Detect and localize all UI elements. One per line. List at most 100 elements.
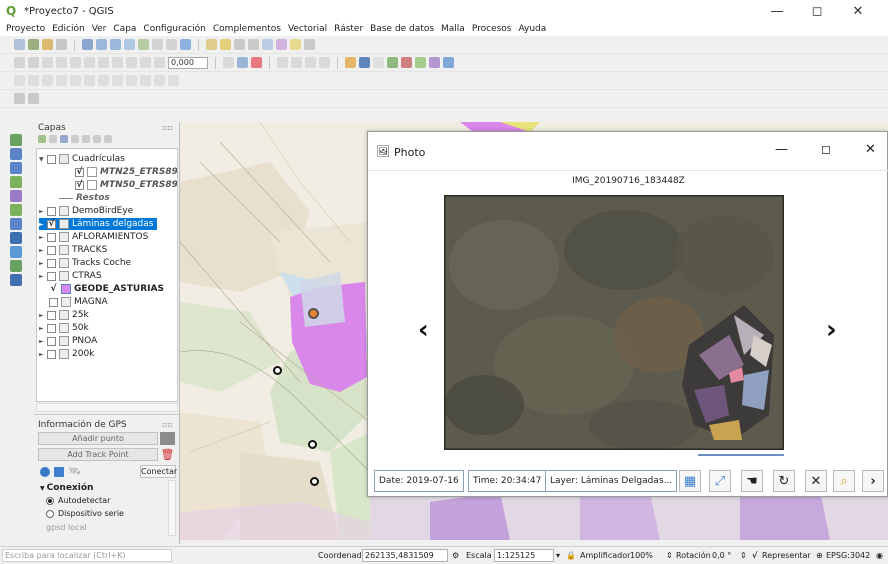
panel-close-icon[interactable]: ▫▫ bbox=[162, 420, 173, 429]
satellite-icon[interactable]: 🛰 bbox=[68, 466, 81, 477]
next-photo-button[interactable]: › bbox=[826, 315, 837, 345]
menu-capa[interactable]: Capa bbox=[113, 24, 136, 34]
coord-toggle-icon[interactable]: ⚙ bbox=[452, 551, 459, 560]
serial-device-option[interactable]: Dispositivo serie bbox=[46, 509, 124, 518]
field-calc-icon[interactable] bbox=[248, 39, 259, 50]
label-tool-icon[interactable] bbox=[237, 57, 248, 68]
photo-point[interactable] bbox=[310, 477, 319, 486]
browser-icon[interactable] bbox=[359, 57, 370, 68]
redo-icon[interactable] bbox=[154, 57, 165, 68]
crs-globe-icon[interactable]: ⊕ bbox=[816, 551, 823, 560]
layer-item-pnoa[interactable]: ► PNOA bbox=[39, 335, 97, 347]
layer-checkbox[interactable] bbox=[47, 206, 56, 216]
layer-checkbox[interactable] bbox=[47, 323, 56, 333]
paste-icon[interactable] bbox=[126, 57, 137, 68]
add-wfs-layer-icon[interactable] bbox=[10, 218, 22, 230]
layout-manager-icon[interactable] bbox=[28, 93, 39, 104]
add-track-point-button[interactable]: Add Track Point bbox=[38, 448, 158, 461]
signal-icon[interactable] bbox=[54, 467, 64, 477]
radio-icon[interactable] bbox=[46, 509, 54, 518]
render-label[interactable]: Representar bbox=[762, 551, 811, 560]
photo-point[interactable] bbox=[308, 440, 317, 449]
lock-icon[interactable]: 🔒 bbox=[566, 551, 576, 560]
layer-checkbox[interactable] bbox=[47, 258, 56, 268]
coordinate-field[interactable]: 262135,4831509 bbox=[362, 549, 448, 562]
layer-item-200k[interactable]: ► 200k bbox=[39, 348, 94, 360]
annotation-icon[interactable] bbox=[304, 39, 315, 50]
messages-icon[interactable]: ◉ bbox=[876, 551, 883, 560]
radio-selected-icon[interactable] bbox=[46, 496, 54, 505]
layer-checkbox[interactable] bbox=[47, 349, 56, 359]
rotation-input[interactable]: 0,000 bbox=[168, 56, 208, 69]
menu-base-de-datos[interactable]: Base de datos bbox=[370, 24, 434, 34]
scale-dropdown-icon[interactable]: ▾ bbox=[556, 551, 560, 560]
dialog-minimize-button[interactable]: — bbox=[775, 142, 788, 157]
next-tool-button[interactable]: › bbox=[862, 470, 884, 492]
zoom-last-icon[interactable] bbox=[152, 39, 163, 50]
open-styling-icon[interactable] bbox=[38, 135, 46, 143]
form-annotation-icon[interactable] bbox=[291, 57, 302, 68]
layer-item-50k[interactable]: ► 50k bbox=[39, 322, 89, 334]
rotation-value[interactable]: 0,0 ° bbox=[712, 551, 731, 560]
dialog-close-button[interactable]: ✕ bbox=[865, 142, 876, 157]
gps-tool-icon[interactable] bbox=[401, 57, 412, 68]
web-tool-icon[interactable] bbox=[443, 57, 454, 68]
layer-item-mtn25[interactable]: √ MTN25_ETRS89 bbox=[75, 166, 177, 178]
delete-track-icon[interactable]: 🗑 bbox=[160, 448, 175, 461]
layer-checkbox[interactable]: √ bbox=[49, 284, 58, 294]
pan-icon[interactable] bbox=[82, 39, 93, 50]
layer-checkbox[interactable] bbox=[47, 310, 56, 320]
layer-item-laminas-delgadas[interactable]: ► √ Láminas delgadas bbox=[39, 218, 158, 230]
menu-edicion[interactable]: Edición bbox=[52, 24, 85, 34]
add-mesh-icon[interactable] bbox=[42, 75, 53, 86]
add-group-icon[interactable] bbox=[49, 135, 57, 143]
digitize-icon[interactable] bbox=[14, 57, 25, 68]
add-virtual-layer-icon[interactable] bbox=[10, 274, 22, 286]
add-mssql-icon[interactable] bbox=[10, 246, 22, 258]
expand-arrow-icon[interactable]: ► bbox=[39, 234, 47, 241]
new-project-icon[interactable] bbox=[14, 39, 25, 50]
add-raster-layer-icon[interactable] bbox=[10, 148, 22, 160]
open-project-icon[interactable] bbox=[28, 39, 39, 50]
expand-arrow-icon[interactable]: ► bbox=[39, 351, 47, 358]
zoom-in-icon[interactable] bbox=[96, 39, 107, 50]
photo-point-selected[interactable] bbox=[308, 308, 319, 319]
refresh-icon[interactable] bbox=[180, 39, 191, 50]
html-annotation-icon[interactable] bbox=[305, 57, 316, 68]
zoom-to-icon[interactable]: ⤢ bbox=[709, 470, 731, 492]
rotate-icon[interactable]: ↻ bbox=[773, 470, 795, 492]
add-point-button[interactable]: Añadir punto bbox=[38, 432, 158, 445]
add-raster-icon[interactable] bbox=[28, 75, 39, 86]
expand-all-icon[interactable] bbox=[82, 135, 90, 143]
print-layout-icon[interactable] bbox=[56, 39, 67, 50]
panel-close-icon[interactable]: ▫▫ bbox=[162, 123, 173, 132]
menu-malla[interactable]: Malla bbox=[441, 24, 465, 34]
close-button[interactable]: ✕ bbox=[838, 0, 878, 22]
identify-icon[interactable] bbox=[206, 39, 217, 50]
expand-arrow-icon[interactable]: ► bbox=[39, 260, 47, 267]
undo-icon[interactable] bbox=[140, 57, 151, 68]
menu-proyecto[interactable]: Proyecto bbox=[6, 24, 45, 34]
add-virtual-icon[interactable] bbox=[154, 75, 165, 86]
photo-point[interactable] bbox=[273, 366, 282, 375]
menu-complementos[interactable]: Complementos bbox=[213, 24, 281, 34]
highlight-icon[interactable] bbox=[251, 57, 262, 68]
gps-panel-scrollbar[interactable] bbox=[168, 480, 176, 536]
add-oracle-icon[interactable] bbox=[10, 260, 22, 272]
layer-checkbox[interactable] bbox=[47, 245, 56, 255]
copy-icon[interactable] bbox=[112, 57, 123, 68]
gps-color-swatch[interactable] bbox=[160, 432, 175, 445]
statistics-icon[interactable] bbox=[262, 39, 273, 50]
add-vector-icon[interactable] bbox=[14, 75, 25, 86]
save-project-icon[interactable] bbox=[42, 39, 53, 50]
delete-icon[interactable] bbox=[84, 57, 95, 68]
add-postgis-layer-icon[interactable] bbox=[10, 190, 22, 202]
layer-item-mtn50[interactable]: √ MTN50_ETRS89 bbox=[75, 179, 177, 191]
menu-raster[interactable]: Ráster bbox=[334, 24, 363, 34]
add-wms-icon[interactable] bbox=[98, 75, 109, 86]
add-spatialite-icon[interactable] bbox=[70, 75, 81, 86]
edit-pencil-icon[interactable] bbox=[28, 57, 39, 68]
scale-field[interactable]: 1:125125 bbox=[494, 549, 554, 562]
image-tool-icon[interactable]: ▦ bbox=[679, 470, 701, 492]
layer-item-magna[interactable]: MAGNA bbox=[49, 296, 108, 308]
